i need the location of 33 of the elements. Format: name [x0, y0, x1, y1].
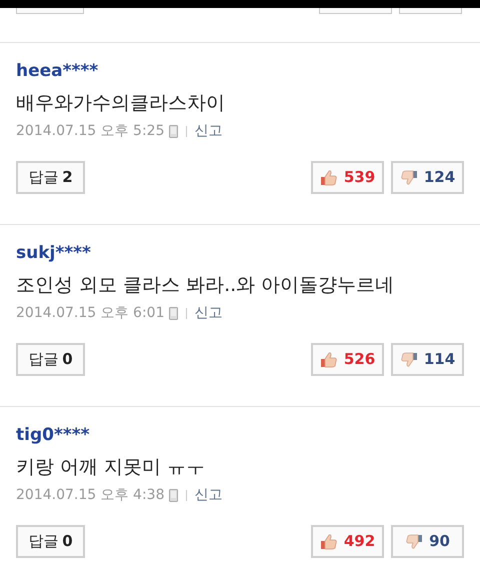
- button-edge[interactable]: [319, 8, 392, 14]
- report-link[interactable]: 신고: [194, 121, 222, 141]
- report-link[interactable]: 신고: [194, 303, 222, 323]
- like-button[interactable]: 526: [311, 343, 384, 376]
- comment-text: 배우와가수의클라스차이: [16, 91, 226, 116]
- thumbs-down-icon: [400, 350, 418, 368]
- thumbs-up-icon: [320, 168, 338, 186]
- username[interactable]: tig0****: [16, 423, 464, 447]
- thumbs-up-icon: [320, 532, 338, 550]
- thumbs-down-icon: [400, 168, 418, 186]
- report-link[interactable]: 신고: [194, 485, 222, 505]
- reply-button[interactable]: 답글 0: [16, 525, 85, 558]
- reply-button[interactable]: 답글 2: [16, 161, 85, 194]
- timestamp: 2014.07.15 오후 4:38: [16, 486, 164, 505]
- dislike-button[interactable]: 124: [391, 161, 464, 194]
- thumbs-down-icon: [405, 532, 424, 550]
- username[interactable]: sukj****: [16, 241, 464, 265]
- phone-icon: [168, 124, 178, 138]
- comment-text: 조인성 외모 클라스 봐라..와 아이돌걍누르네: [16, 273, 396, 298]
- timestamp: 2014.07.15 오후 6:01: [16, 304, 164, 323]
- dislike-button[interactable]: 114: [391, 343, 464, 376]
- button-edge[interactable]: [16, 8, 84, 14]
- like-button[interactable]: 492: [311, 525, 384, 558]
- dislike-button[interactable]: 90: [391, 525, 464, 558]
- button-edge[interactable]: [399, 8, 462, 14]
- thumbs-up-icon: [320, 350, 338, 368]
- phone-icon: [168, 488, 178, 502]
- phone-icon: [168, 306, 178, 320]
- like-button[interactable]: 539: [311, 161, 384, 194]
- timestamp: 2014.07.15 오후 5:25: [16, 122, 164, 141]
- reply-button[interactable]: 답글 0: [16, 343, 85, 376]
- username[interactable]: heea****: [16, 59, 464, 83]
- comment-text: 키랑 어깨 지못미 ㅠㅜ: [16, 455, 206, 480]
